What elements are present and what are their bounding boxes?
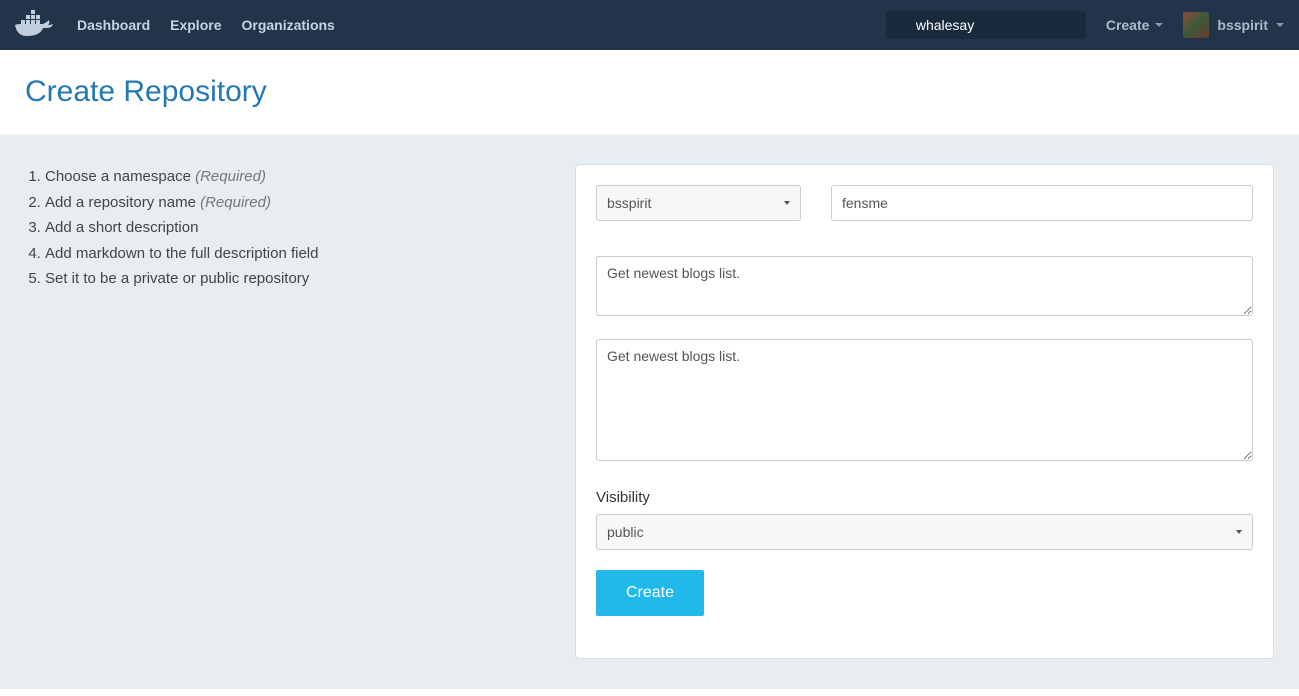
- create-label: Create: [1106, 17, 1150, 33]
- namespace-select[interactable]: bsspirit: [596, 185, 801, 221]
- avatar: [1183, 12, 1209, 38]
- instructions-list: Choose a namespace (Required) Add a repo…: [25, 164, 545, 292]
- create-button[interactable]: Create: [596, 570, 704, 616]
- instruction-step: Set it to be a private or public reposit…: [45, 266, 545, 292]
- search-input[interactable]: [886, 11, 1086, 39]
- full-description-input[interactable]: [596, 339, 1253, 461]
- create-menu[interactable]: Create: [1106, 17, 1164, 33]
- visibility-value: public: [607, 524, 644, 540]
- namespace-row: bsspirit: [596, 185, 1253, 221]
- docker-logo[interactable]: [15, 10, 57, 40]
- instruction-step: Add a repository name (Required): [45, 190, 545, 216]
- instruction-step: Add a short description: [45, 215, 545, 241]
- repo-name-input[interactable]: [831, 185, 1253, 221]
- nav-organizations[interactable]: Organizations: [241, 17, 334, 33]
- nav-explore[interactable]: Explore: [170, 17, 221, 33]
- search-wrapper: [886, 11, 1086, 39]
- page-header: Create Repository: [0, 50, 1299, 134]
- instruction-step: Add markdown to the full description fie…: [45, 241, 545, 267]
- visibility-label: Visibility: [596, 489, 1253, 506]
- instructions-panel: Choose a namespace (Required) Add a repo…: [25, 164, 545, 659]
- whale-icon: [15, 10, 57, 40]
- instruction-step: Choose a namespace (Required): [45, 164, 545, 190]
- content-area: Choose a namespace (Required) Add a repo…: [0, 134, 1299, 689]
- visibility-select[interactable]: public: [596, 514, 1253, 550]
- caret-down-icon: [784, 201, 790, 205]
- page-title: Create Repository: [25, 75, 1274, 109]
- caret-down-icon: [1276, 23, 1284, 27]
- caret-down-icon: [1236, 530, 1242, 534]
- navbar: Dashboard Explore Organizations Create b…: [0, 0, 1299, 50]
- namespace-value: bsspirit: [607, 195, 651, 211]
- nav-dashboard[interactable]: Dashboard: [77, 17, 150, 33]
- short-description-input[interactable]: [596, 256, 1253, 316]
- nav-links: Dashboard Explore Organizations: [77, 17, 886, 33]
- caret-down-icon: [1155, 23, 1163, 27]
- user-menu[interactable]: bsspirit: [1183, 12, 1284, 38]
- form-panel: bsspirit Visibility public Create: [575, 164, 1274, 659]
- username-label: bsspirit: [1217, 17, 1268, 33]
